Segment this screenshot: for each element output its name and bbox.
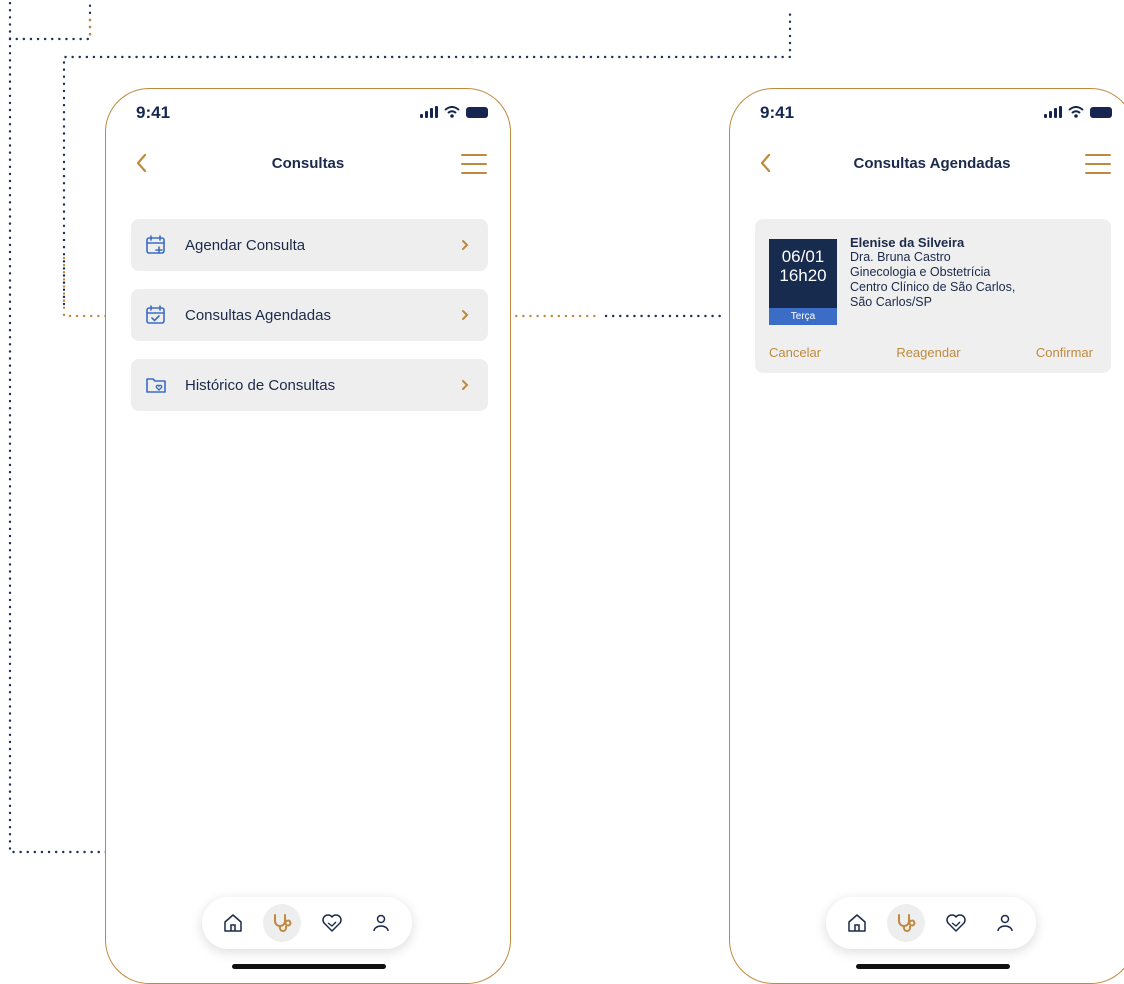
- status-icons: [420, 106, 488, 118]
- home-icon: [848, 914, 866, 932]
- tab-perfil[interactable]: [362, 904, 400, 942]
- menu-item-agendar-consulta[interactable]: Agendar Consulta: [131, 219, 488, 271]
- stethoscope-icon: [898, 914, 916, 932]
- menu-item-historico-consultas[interactable]: Histórico de Consultas: [131, 359, 488, 411]
- user-icon: [997, 914, 1013, 932]
- page-title: Consultas: [271, 155, 345, 172]
- heart-hand-icon: [322, 914, 342, 932]
- status-time: 9:41: [136, 103, 171, 122]
- calendar-check-icon: [146, 305, 165, 324]
- reschedule-button[interactable]: Reagendar: [896, 345, 960, 360]
- chevron-right-icon: [462, 310, 469, 320]
- appointment-date: 06/01: [781, 247, 825, 266]
- confirm-button[interactable]: Confirmar: [1036, 345, 1093, 360]
- clinic-address-line2: São Carlos/SP: [850, 295, 932, 309]
- cancel-button[interactable]: Cancelar: [769, 345, 821, 360]
- heart-hand-icon: [946, 914, 966, 932]
- chevron-right-icon: [462, 240, 469, 250]
- tab-home[interactable]: [838, 904, 876, 942]
- page-title: Consultas Agendadas: [853, 155, 1011, 172]
- tab-saude[interactable]: [937, 904, 975, 942]
- tab-saude[interactable]: [313, 904, 351, 942]
- hamburger-menu-icon[interactable]: [460, 151, 488, 177]
- folder-heart-icon: [146, 378, 166, 393]
- phone-screen-consultas: 9:41 Consultas Agendar Consulta Consulta…: [105, 88, 511, 984]
- appointment-card[interactable]: 06/01 16h20 Terça Elenise da Silveira Dr…: [755, 219, 1111, 373]
- home-indicator[interactable]: [232, 964, 386, 969]
- nav-header: Consultas: [106, 145, 510, 185]
- tab-perfil[interactable]: [986, 904, 1024, 942]
- user-icon: [373, 914, 389, 932]
- bottom-tab-bar: [202, 897, 412, 949]
- status-time: 9:41: [760, 103, 795, 122]
- status-icons: [1044, 106, 1112, 118]
- appointment-info: Elenise da Silveira Dra. Bruna Castro Gi…: [850, 235, 1100, 310]
- consultas-menu-list: Agendar Consulta Consultas Agendadas His…: [131, 219, 488, 429]
- appointment-actions: Cancelar Reagendar Confirmar: [755, 345, 1111, 360]
- menu-item-consultas-agendadas[interactable]: Consultas Agendadas: [131, 289, 488, 341]
- tab-home[interactable]: [214, 904, 252, 942]
- wifi-icon: [444, 106, 460, 118]
- signal-icon: [420, 106, 438, 118]
- wifi-icon: [1068, 106, 1084, 118]
- appointment-date-box: 06/01 16h20 Terça: [769, 239, 837, 325]
- home-indicator[interactable]: [856, 964, 1010, 969]
- battery-icon: [1090, 106, 1112, 118]
- phone-screen-consultas-agendadas: 9:41 Consultas Agendadas 06/01 16h20 Ter…: [729, 88, 1124, 984]
- nav-header: Consultas Agendadas: [730, 145, 1124, 185]
- menu-item-label: Consultas Agendadas: [185, 306, 331, 324]
- tab-consultas[interactable]: [887, 904, 926, 942]
- doctor-name: Dra. Bruna Castro: [850, 250, 951, 264]
- hamburger-menu-icon[interactable]: [1084, 151, 1112, 177]
- bottom-tab-bar: [826, 897, 1036, 949]
- tab-consultas[interactable]: [263, 904, 302, 942]
- connector-top-outer: [8, 0, 92, 41]
- home-icon: [224, 914, 242, 932]
- battery-icon: [466, 106, 488, 118]
- patient-name: Elenise da Silveira: [850, 235, 965, 250]
- specialty: Ginecologia e Obstetrícia: [850, 265, 991, 279]
- menu-item-label: Histórico de Consultas: [185, 376, 336, 394]
- appointment-weekday: Terça: [769, 308, 837, 325]
- appointment-time: 16h20: [779, 266, 827, 285]
- stethoscope-icon: [274, 914, 292, 932]
- clinic-address-line1: Centro Clínico de São Carlos,: [850, 280, 1016, 294]
- chevron-right-icon: [462, 380, 469, 390]
- menu-item-label: Agendar Consulta: [185, 236, 306, 254]
- calendar-plus-icon: [146, 235, 165, 254]
- signal-icon: [1044, 106, 1062, 118]
